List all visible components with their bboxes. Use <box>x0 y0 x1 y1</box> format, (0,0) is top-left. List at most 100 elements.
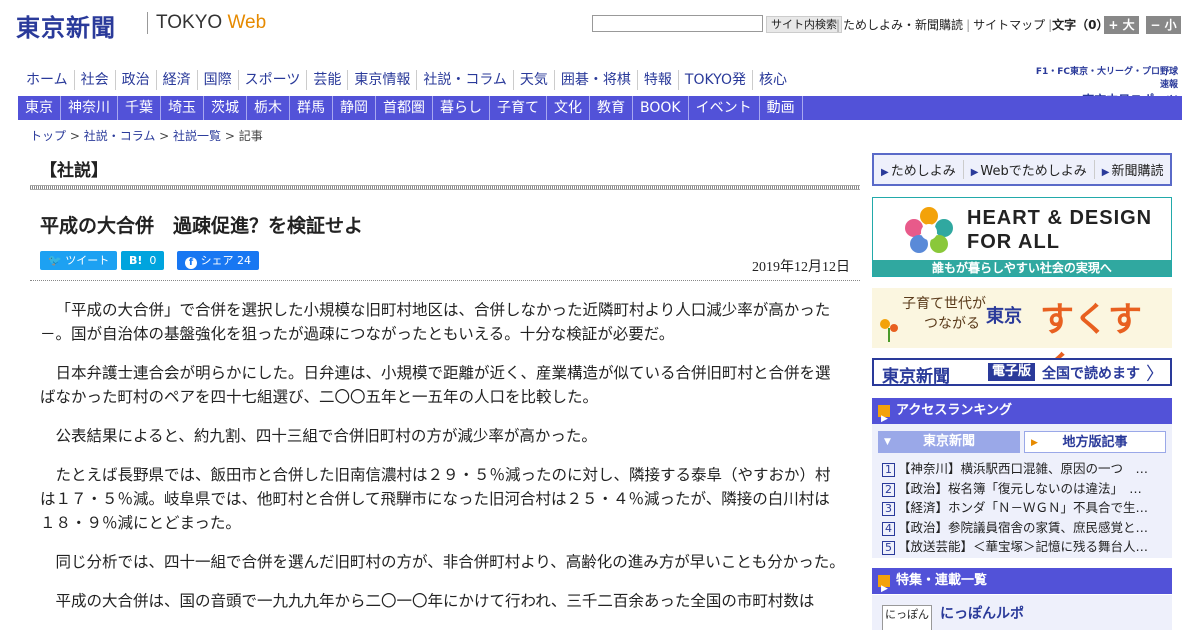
ranking-header: ▶ アクセスランキング <box>872 398 1172 424</box>
arrow-icon: ▶ <box>1101 167 1110 178</box>
sprout-icon <box>880 319 898 342</box>
arrow-icon: ▶ <box>881 167 889 178</box>
region-nav: 東京 神奈川 千葉 埼玉 茨城 栃木 群馬 静岡 首都圏 暮らし 子育て 文化 … <box>18 96 1182 120</box>
section-title: 【社説】 <box>40 161 108 181</box>
facebook-share-button[interactable]: f シェア 24 <box>177 251 259 270</box>
arrow-icon: ▶ <box>970 167 979 178</box>
logo-en-a: TOKYO <box>156 12 223 33</box>
logo-divider <box>147 12 148 34</box>
font-bigger-button[interactable]: + 大 <box>1104 16 1139 34</box>
link-subscribe[interactable]: ▶ 新聞購読 <box>1095 160 1171 179</box>
tokyo-sukusuku-banner[interactable]: 子育て世代がつながる 東京 すくすく <box>872 288 1172 389</box>
nav-tokyo-info[interactable]: 東京情報 <box>347 70 416 90</box>
digital-badge: 電子版 <box>988 363 1036 381</box>
article-body: 「平成の大合併」で合併を選択した小規模な旧町村地区は、合併しなかった近隣町村より… <box>40 298 845 628</box>
twitter-bird-icon: 🐦 <box>48 254 62 267</box>
header-links: | ためしよみ・新聞購読 | サイトマップ |文字（0） <box>836 18 1109 32</box>
region-culture[interactable]: 文化 <box>547 96 590 120</box>
article-paragraph: 日本弁護士連合会が明らかにした。日弁連は、小規模で距離が近く、産業構造が似ている… <box>40 364 831 406</box>
ranking-item[interactable]: 4 【政治】参院議員宿舎の家賃、庶民感覚と… <box>882 518 1162 538</box>
subscribe-links-bar: ▶ ためしよみ ▶ Webでためしよみ ▶ 新聞購読 <box>872 153 1172 186</box>
region-tokyo[interactable]: 東京 <box>18 96 61 120</box>
hatena-bookmark-button[interactable]: B! 0 <box>121 251 165 270</box>
breadcrumb-top[interactable]: トップ <box>30 129 66 143</box>
font-smaller-button[interactable]: − 小 <box>1146 16 1181 34</box>
nav-entertainment[interactable]: 芸能 <box>306 70 347 90</box>
region-book[interactable]: BOOK <box>633 96 689 120</box>
nav-home[interactable]: ホーム <box>20 70 74 90</box>
tweet-label: ツイート <box>65 254 110 267</box>
tweet-button[interactable]: 🐦 ツイート <box>40 251 118 270</box>
region-kanagawa[interactable]: 神奈川 <box>61 96 118 120</box>
facebook-share-label: シェア <box>200 254 234 267</box>
search-input[interactable] <box>592 15 763 32</box>
breadcrumb-current: 記事 <box>238 129 263 143</box>
digital-text: 全国で読めます <box>1042 366 1140 382</box>
nav-editorial-column[interactable]: 社説・コラム <box>416 70 513 90</box>
region-ibaraki[interactable]: 茨城 <box>204 96 247 120</box>
sukusuku-place: 東京 <box>986 306 1022 327</box>
triangle-right-icon: ▶ <box>1031 438 1038 448</box>
ranking-tab-tokyo[interactable]: ▼ 東京新聞 <box>878 431 1020 453</box>
ranking-item[interactable]: 3 【経済】ホンダ「Ｎ－ＷＧＮ」不具合で生… <box>882 498 1162 518</box>
triangle-down-icon: ▼ <box>884 437 891 447</box>
region-shizuoka[interactable]: 静岡 <box>333 96 376 120</box>
site-logo[interactable]: 東京新聞 <box>16 8 116 43</box>
article-paragraph: たとえば長野県では、飯田市と合併した旧南信濃村は２９・５％減ったのに対し、隣接す… <box>40 466 831 532</box>
region-saitama[interactable]: 埼玉 <box>161 96 204 120</box>
font-size-label: 文字（0） <box>1052 18 1109 32</box>
nav-go-shogi[interactable]: 囲碁・将棋 <box>553 70 637 90</box>
breadcrumb: トップ > 社説・コラム > 社説一覧 > 記事 <box>30 129 263 143</box>
heart-design-banner[interactable]: HEART & DESIGN FOR ALL 誰もが暮らしやすい社会の実現へ <box>872 197 1172 277</box>
nav-society[interactable]: 社会 <box>73 70 115 90</box>
main-nav: ホーム 社会 政治 経済 国際 スポーツ 芸能 東京情報 社説・コラム 天気 囲… <box>20 70 793 90</box>
features-header: ▶ 特集・連載一覧 <box>872 568 1172 594</box>
chunichi-tagline: F1・FC東京・大リーグ・プロ野球速報 <box>1035 67 1178 90</box>
nippon-repo-icon: にっぽん <box>882 605 932 630</box>
section-divider <box>30 185 860 190</box>
ranking-item[interactable]: 5 【放送芸能】＜華宝塚＞記憶に残る舞台人… <box>882 537 1162 557</box>
chevron-right-icon: 〉 <box>1146 364 1164 385</box>
nav-tokuho[interactable]: 特報 <box>636 70 678 90</box>
ranking-item[interactable]: 1 【神奈川】横浜駅西口混雑、原因の一つ … <box>882 459 1162 479</box>
region-tochigi[interactable]: 栃木 <box>247 96 290 120</box>
region-video[interactable]: 動画 <box>760 96 803 120</box>
region-living[interactable]: 暮らし <box>433 96 490 120</box>
heart-design-flower-icon <box>905 207 953 253</box>
digital-edition-banner[interactable]: 東京新聞 電子版 全国で読めます 〉 <box>872 358 1172 387</box>
ranking-item[interactable]: 2 【政治】桜名簿「復元しないのは違法」 … <box>882 479 1162 499</box>
hatena-b-icon: B! <box>129 254 143 267</box>
region-event[interactable]: イベント <box>689 96 760 120</box>
features-box: にっぽん にっぽんルポ <box>872 595 1172 630</box>
site-logo-en[interactable]: TOKYO Web <box>156 12 266 34</box>
link-trial-subscribe[interactable]: ためしよみ・新聞購読 <box>840 18 966 32</box>
logo-en-b: Web <box>227 12 267 33</box>
facebook-f-icon: f <box>185 257 197 269</box>
feature-item-nippon-repo[interactable]: にっぽんルポ <box>940 603 1024 623</box>
nav-kakushin[interactable]: 核心 <box>751 70 793 90</box>
nav-weather[interactable]: 天気 <box>512 70 554 90</box>
region-chiba[interactable]: 千葉 <box>118 96 161 120</box>
region-shutoken[interactable]: 首都圏 <box>376 96 433 120</box>
search-button[interactable]: サイト内検索 <box>766 16 842 33</box>
region-education[interactable]: 教育 <box>590 96 633 120</box>
nav-economy[interactable]: 経済 <box>155 70 197 90</box>
region-parenting[interactable]: 子育て <box>490 96 547 120</box>
article-paragraph: 「平成の大合併」で合併を選択した小規模な旧町村地区は、合併しなかった近隣町村より… <box>40 301 831 343</box>
article-date: 2019年12月12日 <box>752 260 850 275</box>
nav-international[interactable]: 国際 <box>196 70 238 90</box>
breadcrumb-editorial-list[interactable]: 社説一覧 <box>173 129 221 143</box>
digital-logo: 東京新聞 <box>882 367 950 387</box>
link-tameshiyomi[interactable]: ▶ ためしよみ <box>874 160 964 179</box>
ranking-tab-local[interactable]: ▶ 地方版記事 <box>1024 431 1166 453</box>
heart-design-title: HEART & DESIGN FOR ALL <box>967 207 1153 253</box>
link-sitemap[interactable]: サイトマップ <box>970 18 1048 32</box>
link-web-tameshiyomi[interactable]: ▶ Webでためしよみ <box>964 160 1095 179</box>
breadcrumb-editorial-column[interactable]: 社説・コラム <box>84 129 156 143</box>
region-gunma[interactable]: 群馬 <box>290 96 333 120</box>
article-title: 平成の大合併 過疎促進？を検証せよ <box>40 215 364 237</box>
nav-sports[interactable]: スポーツ <box>237 70 307 90</box>
nav-politics[interactable]: 政治 <box>114 70 156 90</box>
nav-tokyo-hatsu[interactable]: TOKYO発 <box>677 70 752 90</box>
hatena-count: 0 <box>149 254 157 267</box>
